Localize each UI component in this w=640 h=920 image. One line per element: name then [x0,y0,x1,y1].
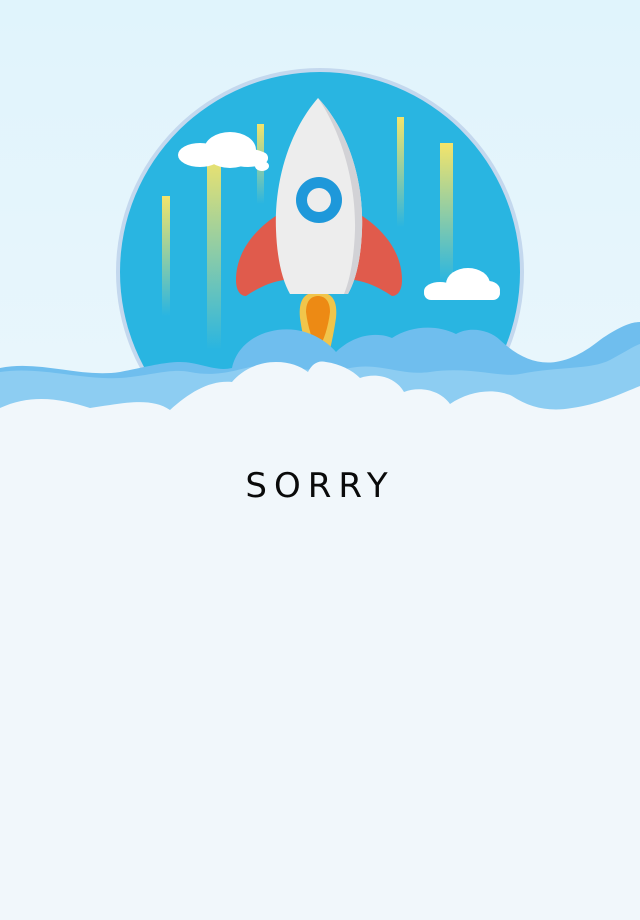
error-page: SORRY [0,0,640,920]
speed-line [397,117,404,227]
speed-line [207,150,221,350]
speed-line [162,196,170,316]
rocket-launch-illustration [0,0,640,460]
speed-line [440,143,453,283]
illustration-canvas [0,0,640,460]
page-title: SORRY [245,466,395,506]
rocket-window-inner [307,188,331,212]
